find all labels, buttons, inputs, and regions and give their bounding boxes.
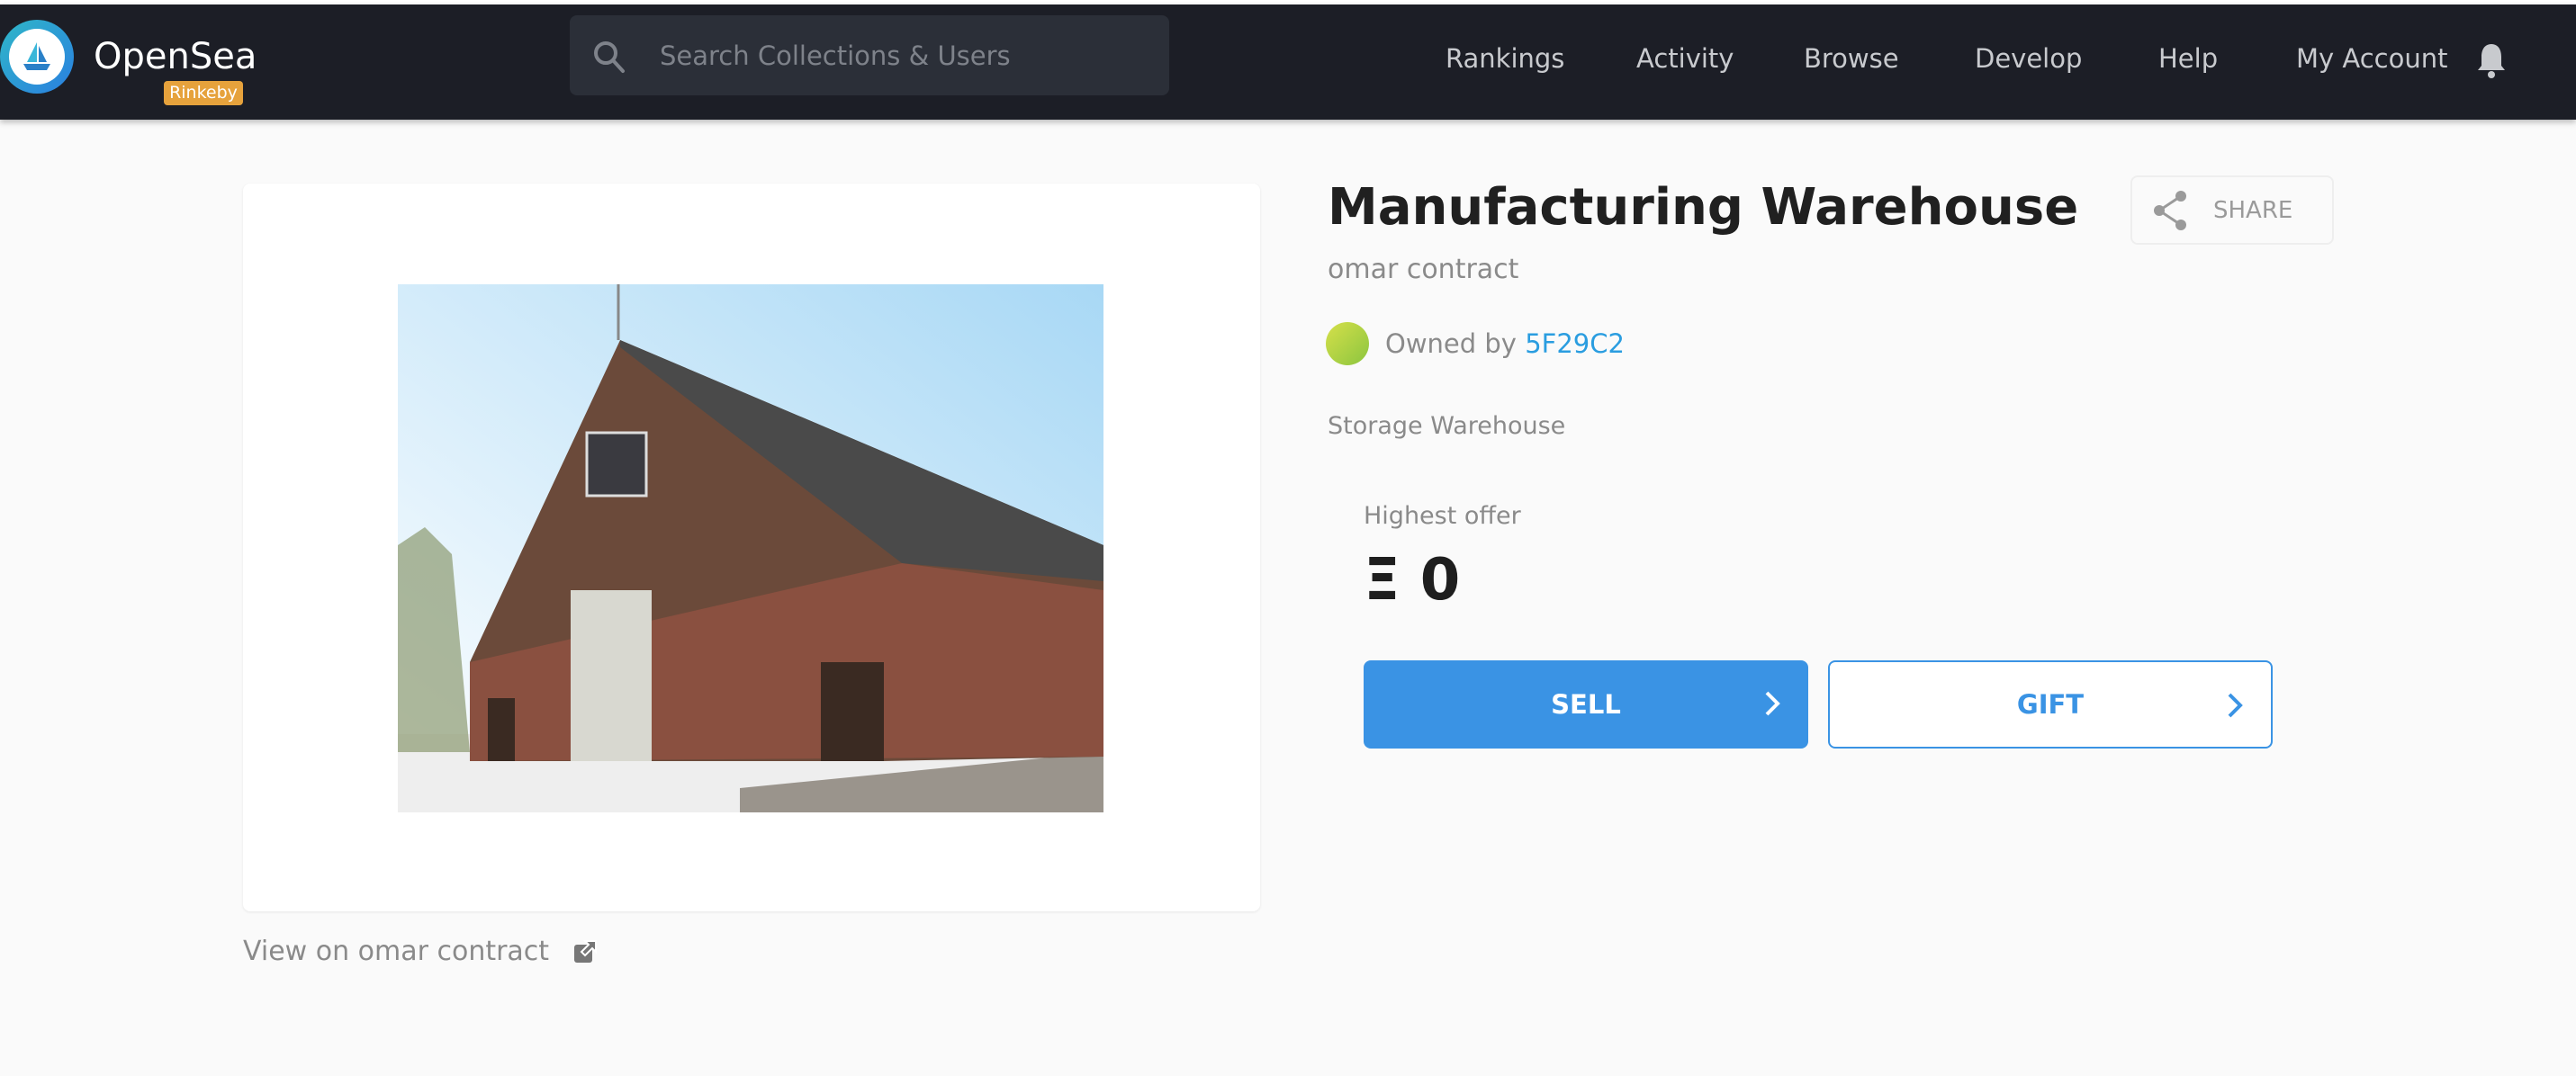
highest-offer-value: Ξ 0 — [1364, 547, 1461, 614]
share-icon — [2154, 190, 2186, 230]
asset-image — [398, 284, 1103, 812]
view-link-label: View on omar contract — [243, 936, 550, 967]
owner-row: Owned by 5F29C2 — [1326, 322, 1625, 365]
owned-by-label: Owned by — [1385, 328, 1517, 359]
nav-develop[interactable]: Develop — [1975, 43, 2082, 74]
highest-offer-label: Highest offer — [1364, 502, 1521, 530]
search-input[interactable] — [660, 15, 1146, 95]
view-on-contract-link[interactable]: View on omar contract — [243, 936, 598, 967]
network-badge: Rinkeby — [164, 81, 243, 105]
search-box[interactable] — [570, 15, 1169, 95]
sell-button[interactable]: SELL — [1364, 660, 1808, 749]
owner-link[interactable]: 5F29C2 — [1525, 328, 1625, 359]
gift-label: GIFT — [2016, 689, 2085, 720]
ship-icon — [23, 42, 50, 70]
chevron-right-icon — [2228, 693, 2243, 718]
nav-rankings[interactable]: Rankings — [1446, 43, 1564, 74]
search-icon — [594, 41, 625, 73]
sell-label: SELL — [1551, 689, 1621, 720]
bell-icon[interactable] — [2475, 41, 2508, 79]
share-button[interactable]: SHARE — [2130, 175, 2334, 245]
asset-description: Storage Warehouse — [1328, 412, 1566, 440]
nav-activity[interactable]: Activity — [1636, 43, 1734, 74]
brand-name[interactable]: OpenSea — [94, 36, 257, 77]
share-label: SHARE — [2213, 196, 2293, 224]
nav-help[interactable]: Help — [2158, 43, 2218, 74]
gift-button[interactable]: GIFT — [1828, 660, 2273, 749]
nav-browse[interactable]: Browse — [1804, 43, 1899, 74]
opensea-logo[interactable] — [0, 20, 74, 94]
external-link-icon — [574, 939, 598, 963]
asset-title: Manufacturing Warehouse — [1328, 178, 2079, 237]
nav-my-account[interactable]: My Account — [2296, 43, 2448, 74]
owner-avatar — [1326, 322, 1369, 365]
chevron-right-icon — [1765, 691, 1780, 716]
collection-link[interactable]: omar contract — [1328, 254, 1518, 285]
